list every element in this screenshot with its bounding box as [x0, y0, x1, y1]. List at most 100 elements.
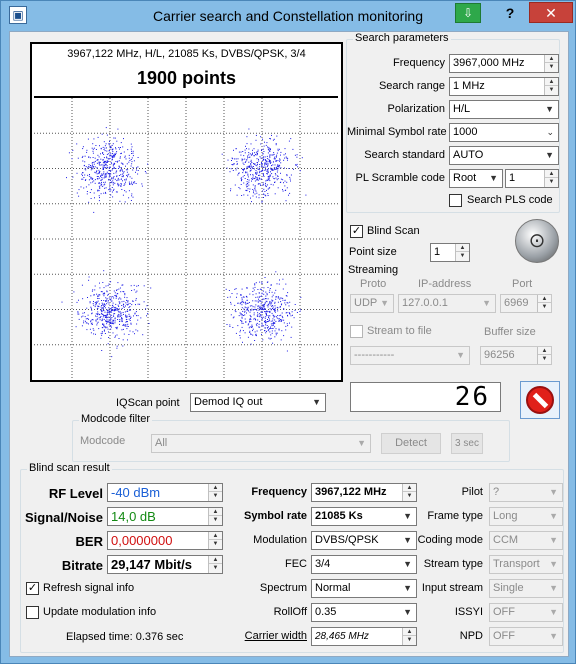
- constellation-point: [267, 148, 269, 150]
- buffer-size-spinner[interactable]: ▲ ▼: [537, 347, 551, 364]
- stream-to-file-checkbox[interactable]: [350, 325, 363, 338]
- input-stream-select[interactable]: Single ▼: [489, 579, 563, 598]
- coding-mode-select[interactable]: CCM ▼: [489, 531, 563, 550]
- frame-type-select[interactable]: Long ▼: [489, 507, 563, 526]
- interval-button[interactable]: 3 sec: [451, 433, 483, 454]
- detect-button[interactable]: Detect: [381, 433, 441, 454]
- constellation-point: [88, 175, 90, 177]
- stop-button[interactable]: [520, 381, 560, 419]
- constellation-point: [135, 304, 136, 306]
- constellation-point: [247, 174, 249, 176]
- constellation-point: [267, 188, 269, 190]
- constellation-point: [112, 196, 114, 198]
- stream-file-select[interactable]: ----------- ▼: [350, 346, 470, 365]
- constellation-point: [103, 166, 105, 168]
- constellation-point: [103, 153, 105, 155]
- constellation-point: [124, 190, 126, 192]
- constellation-point: [299, 311, 301, 312]
- constellation-point: [254, 284, 256, 286]
- constellation-point: [240, 294, 241, 296]
- port-spinner[interactable]: ▲ ▼: [537, 295, 551, 312]
- buffer-size-input[interactable]: 96256 ▲ ▼: [480, 346, 552, 365]
- search-range-input[interactable]: 1 MHz ▲ ▼: [449, 77, 559, 96]
- constellation-point: [255, 134, 257, 136]
- constellation-point: [119, 311, 121, 313]
- pilot-label: Pilot: [461, 486, 483, 498]
- constellation-point: [123, 333, 125, 335]
- polarization-select[interactable]: H/L ▼: [449, 100, 559, 119]
- constellation-point: [101, 291, 103, 293]
- pl-scramble-select[interactable]: Root ▼: [449, 169, 503, 188]
- constellation-point: [234, 288, 236, 290]
- pilot-select[interactable]: ? ▼: [489, 483, 563, 502]
- constellation-point: [269, 154, 271, 156]
- modcode-select[interactable]: All ▼: [151, 434, 371, 453]
- constellation-point: [240, 294, 242, 296]
- proto-select[interactable]: UDP ▼: [350, 294, 394, 313]
- constellation-point: [271, 296, 273, 298]
- constellation-point: [84, 161, 86, 163]
- search-range-spinner[interactable]: ▲ ▼: [544, 78, 558, 95]
- constellation-point: [113, 308, 115, 310]
- point-size-input[interactable]: 1 ▲ ▼: [430, 243, 470, 262]
- constellation-point: [244, 318, 246, 320]
- constellation-point: [255, 296, 257, 298]
- constellation-point: [285, 325, 287, 327]
- constellation-point: [259, 315, 261, 317]
- refresh-signal-checkbox[interactable]: ✓: [26, 582, 39, 595]
- constellation-point: [285, 304, 287, 306]
- pl-scramble-number-input[interactable]: 1 ▲ ▼: [505, 169, 559, 188]
- stream-type-select[interactable]: Transport ▼: [489, 555, 563, 574]
- constellation-point: [104, 181, 106, 183]
- close-button[interactable]: ✕: [529, 2, 573, 23]
- constellation-point: [124, 294, 126, 296]
- constellation-point: [268, 168, 269, 170]
- frequency-value: 3967,000 MHz: [453, 57, 525, 69]
- point-size-spinner[interactable]: ▲ ▼: [455, 244, 469, 261]
- npd-select[interactable]: OFF ▼: [489, 627, 563, 646]
- constellation-point: [244, 149, 246, 151]
- constellation-point: [112, 165, 114, 167]
- pl-scramble-spinner[interactable]: ▲ ▼: [544, 170, 558, 187]
- issyi-select[interactable]: OFF ▼: [489, 603, 563, 622]
- min-symbol-rate-select[interactable]: 1000 ⌄: [449, 123, 559, 142]
- constellation-point: [260, 288, 262, 290]
- constellation-point: [252, 174, 254, 176]
- constellation-point: [94, 302, 96, 303]
- constellation-point: [244, 306, 246, 308]
- constellation-point: [81, 284, 83, 286]
- constellation-point: [246, 186, 248, 188]
- constellation-point: [262, 148, 264, 150]
- constellation-point: [277, 296, 279, 298]
- frequency-input[interactable]: 3967,000 MHz ▲ ▼: [449, 54, 559, 73]
- constellation-point: [112, 177, 114, 179]
- ip-address-select[interactable]: 127.0.0.1 ▼: [398, 294, 496, 313]
- title-bar[interactable]: ▣ Carrier search and Constellation monit…: [1, 1, 575, 31]
- pin-icon[interactable]: ⇩: [455, 3, 481, 23]
- port-input[interactable]: 6969 ▲ ▼: [500, 294, 552, 313]
- constellation-point: [271, 332, 273, 334]
- satellite-dish-icon[interactable]: ⊙: [515, 219, 559, 263]
- iqscan-select[interactable]: Demod IQ out ▼: [190, 393, 326, 412]
- update-modulation-checkbox[interactable]: [26, 606, 39, 619]
- constellation-point: [110, 147, 112, 149]
- constellation-point: [269, 318, 270, 320]
- constellation-point: [247, 306, 249, 308]
- frequency-spinner[interactable]: ▲ ▼: [544, 55, 558, 72]
- constellation-point: [263, 325, 265, 327]
- constellation-point: [133, 284, 135, 286]
- constellation-point: [92, 165, 94, 167]
- search-standard-select[interactable]: AUTO ▼: [449, 146, 559, 165]
- constellation-point: [117, 185, 119, 187]
- constellation-point: [135, 311, 137, 313]
- constellation-point: [71, 158, 73, 160]
- constellation-point: [90, 307, 92, 309]
- constellation-point: [234, 158, 236, 160]
- constellation-point: [115, 303, 117, 305]
- blind-scan-checkbox[interactable]: ✓: [350, 225, 363, 238]
- constellation-point: [274, 336, 276, 338]
- carrier-width-label[interactable]: Carrier width: [201, 630, 307, 642]
- constellation-point: [287, 325, 289, 327]
- help-button[interactable]: ?: [497, 3, 523, 23]
- search-pls-checkbox[interactable]: [449, 194, 462, 207]
